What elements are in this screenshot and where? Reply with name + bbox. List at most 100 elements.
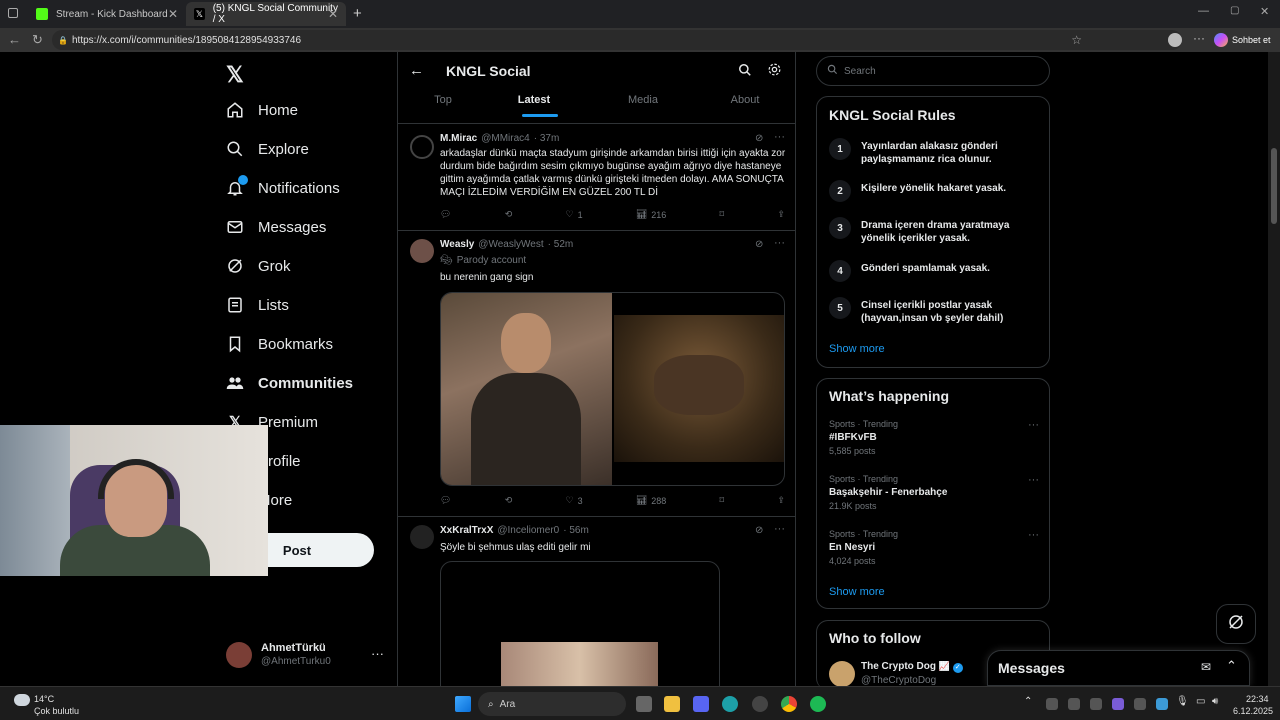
file-explorer-icon[interactable] xyxy=(664,696,680,712)
like-button[interactable]: ♡ 1 xyxy=(565,209,582,220)
nav-notifications[interactable]: Notifications xyxy=(226,175,340,197)
messages-drawer[interactable]: Messages ✉ ⌃ xyxy=(987,650,1250,686)
nav-home[interactable]: Home xyxy=(226,101,298,119)
tweet-handle[interactable]: @MMirac4 xyxy=(481,133,530,144)
trend-item[interactable]: Sports · Trending Başakşehir - Fenerbahçe… xyxy=(829,474,1039,511)
bookmark-button[interactable]: ⌑ xyxy=(720,209,725,220)
copilot-button[interactable]: Sohbet et xyxy=(1214,31,1271,49)
nav-messages[interactable]: Messages xyxy=(226,218,326,236)
tab-top[interactable]: Top xyxy=(398,94,493,106)
tweet-time[interactable]: · 56m xyxy=(563,525,589,536)
happening-show-more-link[interactable]: Show more xyxy=(829,586,885,598)
grok-icon[interactable]: ⊘ xyxy=(755,525,763,536)
chrome-icon[interactable] xyxy=(781,696,797,712)
tweet[interactable]: Weasly @WeaslyWest · 52m 🎭︎ Parody accou… xyxy=(398,231,795,517)
grok-icon[interactable]: ⊘ xyxy=(755,239,763,250)
minimize-icon[interactable]: — xyxy=(1198,5,1209,17)
close-window-icon[interactable]: ✕ xyxy=(1260,5,1269,18)
more-browser-icon[interactable]: ··· xyxy=(1193,31,1205,45)
search-input[interactable]: Search xyxy=(816,56,1050,86)
more-icon[interactable]: ··· xyxy=(774,237,785,249)
tweet[interactable]: XxKralTrxX @Inceliomer0 · 56m ⊘ ··· Şöyl… xyxy=(398,517,795,686)
account-switcher[interactable]: AhmetTürkü @AhmetTurku0 ··· xyxy=(226,640,396,670)
clock-time[interactable]: 22:34 xyxy=(1246,694,1269,704)
steam-icon[interactable] xyxy=(752,696,768,712)
tweet-video[interactable] xyxy=(440,561,720,686)
share-button[interactable]: ⇪ xyxy=(777,495,785,506)
grok-icon[interactable]: ⊘ xyxy=(755,133,763,144)
views-button[interactable]: 📊︎ 288 xyxy=(636,495,666,506)
browser-tab-kick[interactable]: Stream - Kick Dashboard ✕ xyxy=(28,2,186,26)
grok-floating-button[interactable] xyxy=(1216,604,1256,644)
profile-avatar-icon[interactable] xyxy=(1168,33,1182,47)
tab-media[interactable]: Media xyxy=(593,94,693,106)
nav-lists[interactable]: Lists xyxy=(226,296,289,314)
tweet-time[interactable]: · 37m xyxy=(534,133,560,144)
tray-app-icon[interactable] xyxy=(1112,698,1124,710)
tab-actions-icon[interactable] xyxy=(8,8,18,18)
refresh-icon[interactable]: ↻ xyxy=(32,32,43,48)
url-field[interactable]: 🔒 https://x.com/i/communities/1895084128… xyxy=(52,30,1182,50)
tweet-author[interactable]: XxKralTrxX xyxy=(440,525,493,536)
bookmark-button[interactable]: ⌑ xyxy=(720,495,725,506)
volume-icon[interactable]: 🔊︎ xyxy=(1212,696,1218,707)
reply-button[interactable]: 💬︎ xyxy=(440,495,451,506)
nav-bookmarks[interactable]: Bookmarks xyxy=(226,335,333,353)
rule-item[interactable]: 3 Drama içeren drama yaratmaya yönelik iç… xyxy=(829,217,1039,245)
tray-chevron-icon[interactable]: ⌃ xyxy=(1024,696,1032,707)
spotify-icon[interactable] xyxy=(810,696,826,712)
rule-item[interactable]: 4 Gönderi spamlamak yasak. xyxy=(829,260,1039,282)
page-scrollbar[interactable] xyxy=(1268,52,1280,686)
rules-show-more-link[interactable]: Show more xyxy=(829,343,885,355)
tab-about[interactable]: About xyxy=(695,94,795,106)
new-tab-icon[interactable]: + xyxy=(353,5,362,22)
views-button[interactable]: 📊︎ 216 xyxy=(636,209,666,220)
back-arrow-icon[interactable]: ← xyxy=(409,62,424,79)
tweet-media[interactable] xyxy=(440,292,785,486)
follow-suggestion[interactable]: The Crypto Dog 📈 ✓ @TheCryptoDog xyxy=(861,661,963,686)
x-logo-icon[interactable]: 𝕏 xyxy=(226,62,244,88)
rule-item[interactable]: 2 Kişilere yönelik hakaret yasak. xyxy=(829,180,1039,202)
tab-latest[interactable]: Latest xyxy=(484,94,584,117)
nav-grok[interactable]: Grok xyxy=(226,257,291,275)
edge-icon[interactable] xyxy=(722,696,738,712)
tweet-handle[interactable]: @WeaslyWest xyxy=(478,239,543,250)
tray-app-icon[interactable] xyxy=(1090,698,1102,710)
discord-icon[interactable] xyxy=(693,696,709,712)
more-icon[interactable]: ··· xyxy=(371,646,384,661)
search-icon[interactable] xyxy=(738,63,752,82)
repost-button[interactable]: ⟲ xyxy=(505,495,513,506)
close-tab-icon[interactable]: ✕ xyxy=(328,7,338,21)
close-tab-icon[interactable]: ✕ xyxy=(168,7,178,21)
rule-item[interactable]: 5 Cinsel içerikli postlar yasak (hayvan,i… xyxy=(829,297,1039,325)
network-icon[interactable]: ▭ xyxy=(1196,696,1205,707)
tweet[interactable]: M.Mirac @MMirac4 · 37m ⊘ ··· arkadaşlar … xyxy=(398,125,795,231)
trend-item[interactable]: Sports · Trending En Nesyri 4,024 posts ··· xyxy=(829,529,1039,566)
tray-app-icon[interactable] xyxy=(1068,698,1080,710)
scrollbar-thumb[interactable] xyxy=(1271,148,1277,224)
expand-chevron-icon[interactable]: ⌃ xyxy=(1226,658,1237,674)
windows-start-icon[interactable] xyxy=(455,696,471,712)
tweet-handle[interactable]: @Inceliomer0 xyxy=(497,525,559,536)
tweet-time[interactable]: · 52m xyxy=(548,239,574,250)
tray-app-icon[interactable] xyxy=(1156,698,1168,710)
reply-button[interactable]: 💬︎ xyxy=(440,209,451,220)
maximize-icon[interactable]: ▢ xyxy=(1230,5,1239,16)
more-icon[interactable]: ··· xyxy=(1028,529,1039,541)
back-icon[interactable]: ← xyxy=(8,32,21,47)
task-view-icon[interactable] xyxy=(636,696,652,712)
media-image-right[interactable] xyxy=(614,315,784,462)
favorite-star-icon[interactable]: ☆ xyxy=(1071,33,1082,47)
share-button[interactable]: ⇪ xyxy=(777,209,785,220)
more-icon[interactable]: ··· xyxy=(1028,419,1039,431)
trend-item[interactable]: Sports · Trending #IBFKvFB 5,585 posts ··· xyxy=(829,419,1039,456)
rule-item[interactable]: 1 Yayınlardan alakasız gönderi paylaşmama… xyxy=(829,138,1039,166)
tray-app-icon[interactable] xyxy=(1046,698,1058,710)
tweet-author[interactable]: M.Mirac xyxy=(440,133,477,144)
media-image-left[interactable] xyxy=(441,293,612,485)
more-icon[interactable]: ··· xyxy=(1028,474,1039,486)
weather-icon[interactable] xyxy=(14,694,30,706)
tweet-author[interactable]: Weasly xyxy=(440,239,474,250)
like-button[interactable]: ♡ 3 xyxy=(565,495,582,506)
tray-app-icon[interactable] xyxy=(1134,698,1146,710)
